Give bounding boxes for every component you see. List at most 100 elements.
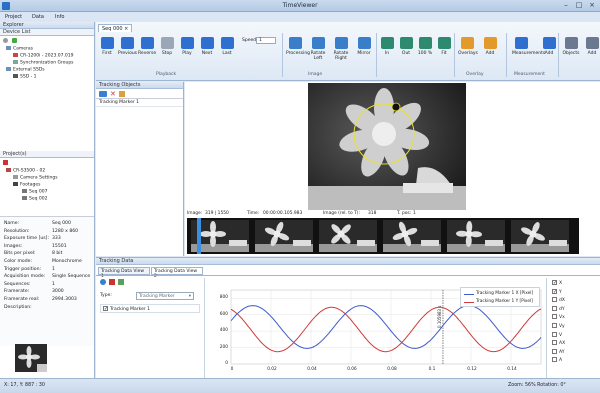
channel-checkbox[interactable]: [552, 340, 557, 346]
maximize-icon[interactable]: □: [574, 1, 584, 10]
tree-project[interactable]: CR-S3500 - 02: [6, 168, 45, 174]
in-button[interactable]: In: [378, 37, 396, 56]
delete-object-icon[interactable]: ✕: [110, 91, 116, 98]
first-button[interactable]: First: [98, 37, 116, 56]
last-button[interactable]: Last: [218, 37, 236, 56]
x-tick-label: 0.1: [428, 367, 436, 372]
channel-checkbox[interactable]: [552, 348, 557, 354]
channel-checkbox[interactable]: [552, 357, 557, 363]
filmstrip[interactable]: [187, 218, 579, 254]
rel-label: Image (rel. to T):: [323, 211, 360, 216]
explorer-title: Explorer: [0, 22, 94, 29]
objects-button[interactable]: Objects: [562, 37, 580, 56]
tab-close-icon[interactable]: ×: [124, 26, 128, 32]
menu-data[interactable]: Data: [32, 14, 44, 20]
playhead-marker[interactable]: [197, 218, 201, 254]
filmstrip-frame[interactable]: [255, 220, 313, 252]
rotate-right-button[interactable]: Rotate Right: [332, 37, 350, 61]
previous-button[interactable]: Previous: [118, 37, 137, 56]
channel-checkbox[interactable]: [552, 323, 557, 328]
channel-checkbox[interactable]: ✓: [552, 288, 557, 294]
speed-select[interactable]: 1: [256, 37, 276, 44]
channel-checkbox[interactable]: [552, 331, 557, 337]
channel-ax[interactable]: AX: [552, 340, 565, 346]
channel-ay[interactable]: AY: [552, 348, 564, 355]
stop-button[interactable]: Stop: [158, 37, 176, 56]
tree-ssd-1[interactable]: SSD - 1: [13, 74, 37, 80]
tree-sync-groups[interactable]: Synchronization Groups: [13, 60, 74, 66]
next-icon: [200, 37, 214, 49]
remove-series-icon[interactable]: [109, 279, 115, 285]
time-label: Time:: [247, 211, 260, 216]
filmstrip-frame[interactable]: [511, 220, 569, 252]
add-button[interactable]: Add: [540, 37, 558, 56]
property-label: Resolution:: [4, 228, 30, 234]
tab-seq-000[interactable]: Seq 000 ×: [98, 24, 133, 32]
series-checkbox[interactable]: ✓: [103, 306, 108, 312]
overlays-button[interactable]: Overlays: [458, 37, 478, 56]
channel-x[interactable]: ✓ X: [552, 280, 562, 286]
series-item[interactable]: ✓ Tracking Marker 1: [100, 304, 200, 313]
property-value: 8 bit: [52, 251, 63, 257]
next-button[interactable]: Next: [198, 37, 216, 56]
channel-checkbox[interactable]: [552, 297, 557, 303]
mirror-button[interactable]: Mirror: [355, 37, 373, 56]
tree-external-ssds[interactable]: External SSDs: [6, 67, 45, 73]
menu-project[interactable]: Project: [5, 14, 22, 20]
100--button[interactable]: 100 %: [416, 37, 434, 56]
add-series-icon[interactable]: [100, 279, 106, 285]
channel-y[interactable]: ✓ Y: [552, 288, 562, 295]
tracking-object-item[interactable]: Tracking Marker 1: [96, 99, 183, 107]
tree-camera-item[interactable]: CR-1200i - 2023.07.019: [13, 53, 74, 59]
tab-tracking-view-2[interactable]: Tracking Data View 2: [151, 267, 203, 279]
minimize-icon[interactable]: –: [561, 1, 571, 10]
channel-label: dX: [559, 298, 565, 304]
add-device-icon[interactable]: [12, 38, 18, 43]
filmstrip-frame[interactable]: [319, 220, 377, 252]
channel-vy[interactable]: Vy: [552, 323, 565, 329]
ribbon-button-label: First: [102, 51, 112, 56]
filmstrip-frame[interactable]: [447, 220, 505, 252]
measurements-button[interactable]: Measurements: [512, 37, 545, 56]
add-button[interactable]: Add: [583, 37, 600, 56]
processing-button[interactable]: Processing: [286, 37, 310, 56]
camera-frame-image[interactable]: [308, 83, 466, 210]
rotate-left-button[interactable]: Rotate Left: [309, 37, 327, 61]
channel-a[interactable]: A: [552, 357, 562, 363]
tree-seq-002[interactable]: Seq 002: [22, 196, 48, 202]
out-button[interactable]: Out: [397, 37, 415, 56]
tree-footages[interactable]: Footages: [13, 182, 40, 188]
fit-button[interactable]: Fit: [435, 37, 453, 56]
tree-seq-007[interactable]: Seq 007: [22, 189, 48, 195]
tab-tracking-view-1[interactable]: Tracking Data View 1: [98, 267, 150, 279]
property-label: Bits per pixel:: [4, 251, 36, 257]
close-icon[interactable]: ×: [587, 1, 597, 10]
channel-label: Vx: [559, 315, 565, 321]
channel-checkbox[interactable]: [552, 305, 557, 311]
channel-v[interactable]: V: [552, 331, 562, 338]
ribbon-button-label: Add: [544, 51, 554, 56]
play-button[interactable]: Play: [178, 37, 196, 56]
remove-project-icon[interactable]: [3, 160, 8, 165]
tree-cameras[interactable]: Cameras: [6, 46, 33, 52]
add-button[interactable]: Add: [481, 37, 499, 56]
add-object-icon[interactable]: [99, 91, 107, 97]
edit-object-icon[interactable]: [119, 91, 125, 97]
reverse-button[interactable]: Reverse: [138, 37, 156, 56]
channel-dy[interactable]: dY: [552, 305, 565, 312]
channel-checkbox[interactable]: [552, 314, 557, 320]
disconnect-icon[interactable]: [3, 38, 8, 43]
device-toolbar: [3, 38, 33, 43]
tree-camera-settings[interactable]: Camera Settings: [13, 175, 58, 181]
type-select[interactable]: Tracking Marker ▾: [136, 292, 194, 300]
channel-vx[interactable]: Vx: [552, 314, 565, 320]
channel-checkbox[interactable]: ✓: [552, 280, 557, 286]
time-value: 00:00:00.105.983: [263, 211, 303, 216]
channel-label: A: [559, 358, 563, 364]
menu-info[interactable]: Info: [55, 14, 64, 20]
property-value: 1: [52, 266, 55, 272]
legend-swatch-x: [464, 294, 474, 295]
filmstrip-frame[interactable]: [383, 220, 441, 252]
channel-dx[interactable]: dX: [552, 297, 565, 303]
refresh-icon[interactable]: [118, 279, 124, 285]
